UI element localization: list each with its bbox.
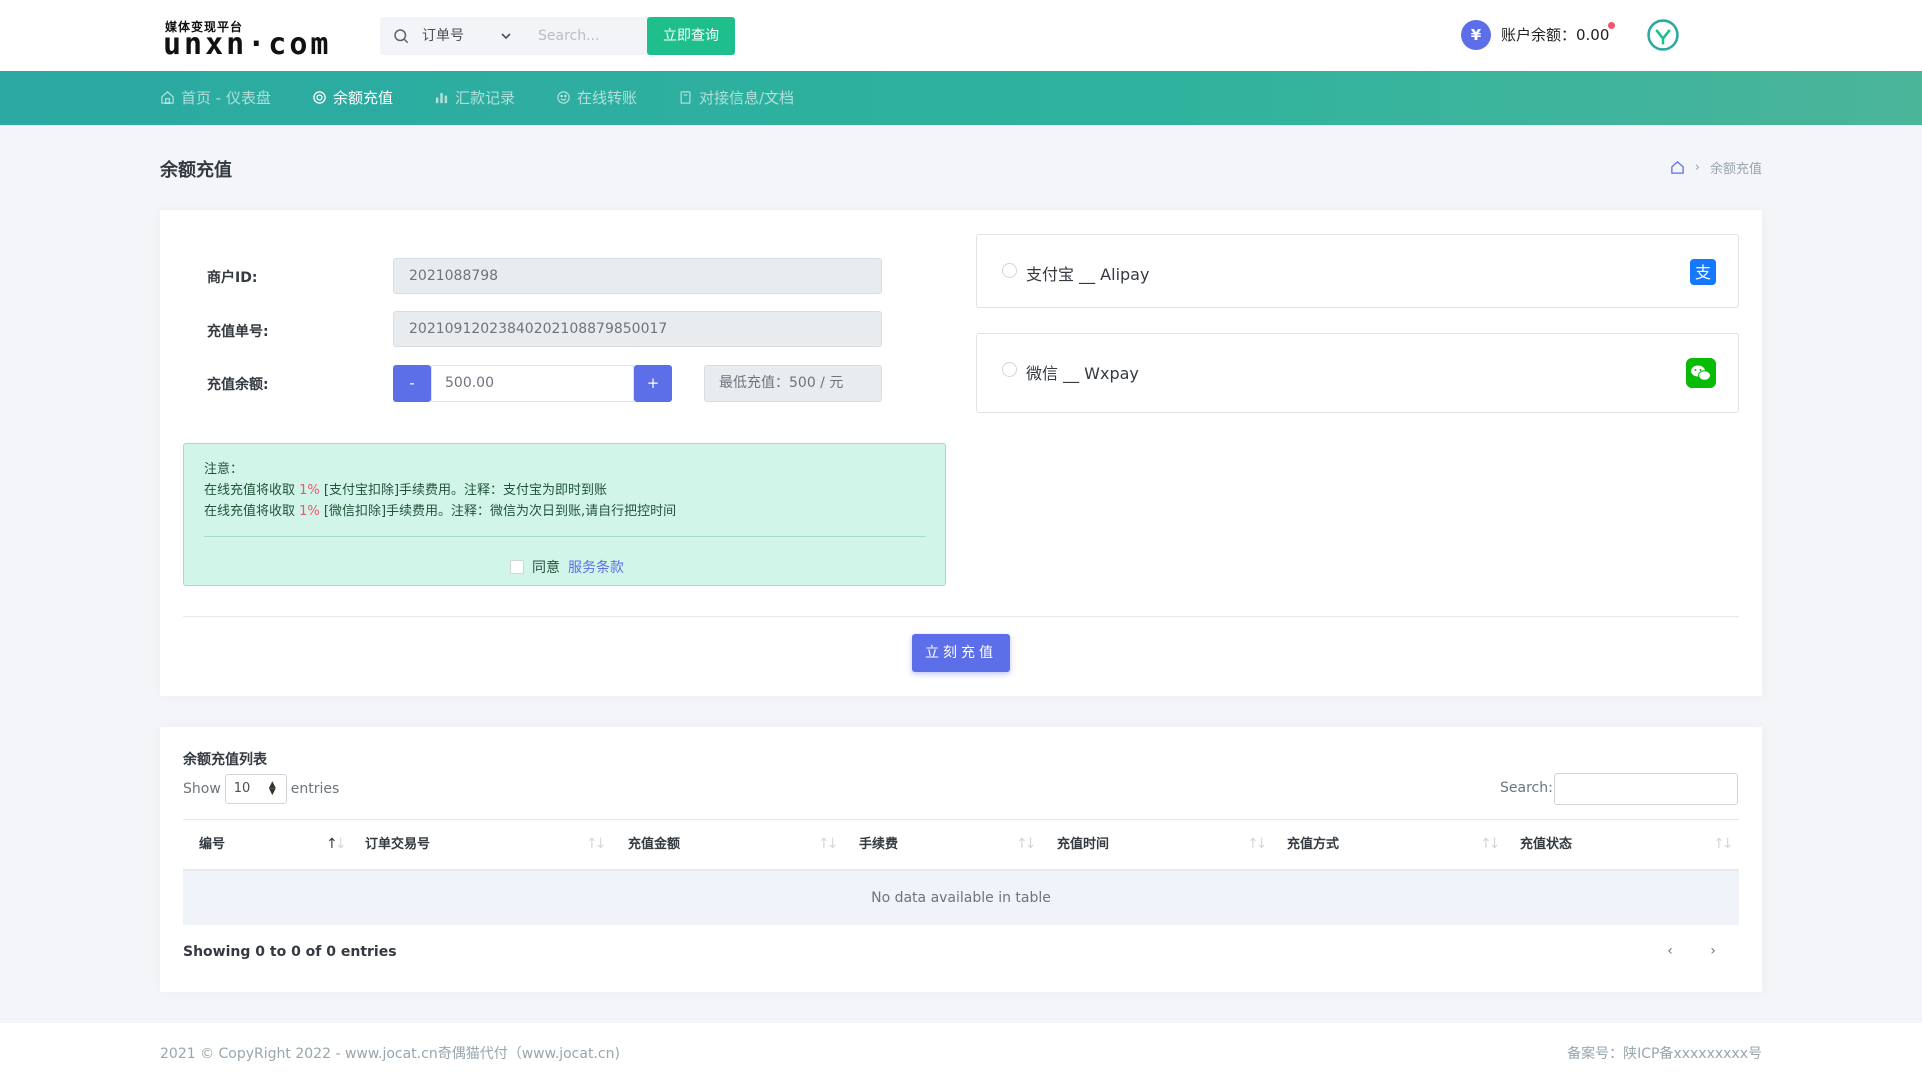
chevron-down-icon[interactable]: [498, 28, 514, 44]
bar-chart-icon: [435, 93, 448, 104]
query-button[interactable]: 立即查询: [647, 17, 735, 55]
home-icon[interactable]: [1670, 160, 1685, 175]
icp-record: 备案号：陕ICP备xxxxxxxxx号: [1567, 1046, 1762, 1062]
svg-text:支: 支: [1695, 263, 1711, 282]
nav-item-recharge[interactable]: 余额充值: [312, 71, 393, 125]
nav-item-label: 在线转账: [577, 89, 638, 107]
copyright: 2021 © CopyRight 2022 - www.jocat.cn奇偶猫代…: [160, 1046, 620, 1062]
table-search-input[interactable]: [1554, 773, 1738, 805]
sort-icon[interactable]: ↑↓: [1247, 837, 1268, 851]
table-title: 余额充值列表: [183, 752, 267, 768]
nav-item-docs[interactable]: 对接信息/文档: [678, 71, 794, 125]
column-header-method[interactable]: 充值方式: [1287, 820, 1339, 870]
target-icon: [313, 91, 326, 104]
wechat-label: 微信 __ Wxpay: [1026, 364, 1139, 383]
nav-item-label: 余额充值: [333, 89, 394, 107]
empty-table-row: No data available in table: [183, 871, 1739, 925]
recharge-form-card: 商户ID: 2021088798 充值单号: 20210912023840202…: [160, 210, 1762, 696]
column-header-amount[interactable]: 充值金额: [628, 820, 680, 870]
recharge-list-card: 余额充值列表 Show 10 ▲ ▼ entries Search: 编号 ↑↓ …: [160, 727, 1762, 992]
search-type-select[interactable]: 订单号: [422, 17, 464, 55]
alipay-label: 支付宝 __ Alipay: [1026, 265, 1150, 284]
agree-label: 同意: [532, 560, 560, 576]
column-header-order-no[interactable]: 订单交易号: [365, 820, 430, 870]
fee-notice: 注意： 在线充值将收取 1% [支付宝扣除]手续费用。注释：支付宝为即时到账 在…: [183, 443, 946, 586]
sort-icon[interactable]: ↑↓: [586, 837, 607, 851]
table-header: 编号 ↑↓ 订单交易号 ↑↓ 充值金额 ↑↓ 手续费 ↑↓ 充值时间 ↑↓ 充值…: [183, 819, 1739, 871]
alipay-radio[interactable]: [1002, 263, 1017, 278]
table-info: Showing 0 to 0 of 0 entries: [183, 944, 397, 960]
next-page-button[interactable]: ›: [1703, 941, 1723, 961]
sort-icon[interactable]: ↑↓: [818, 837, 839, 851]
column-header-id[interactable]: 编号: [199, 820, 225, 870]
sort-icon[interactable]: ↑↓: [1016, 837, 1037, 851]
divider: [183, 616, 1739, 617]
avatar[interactable]: [1646, 18, 1680, 52]
main-nav: 首页 - 仪表盘 余额充值 汇款记录 在线转账 对接信息/文档: [0, 71, 1922, 125]
divider: [204, 536, 926, 537]
home-icon: [161, 91, 174, 104]
column-header-status[interactable]: 充值状态: [1520, 820, 1572, 870]
entries-label: entries: [290, 781, 340, 797]
payment-option-wechat[interactable]: 微信 __ Wxpay: [976, 333, 1739, 413]
breadcrumb-separator: ›: [1694, 160, 1700, 175]
alipay-icon: 支: [1690, 259, 1716, 285]
merchant-id-label: 商户ID:: [207, 270, 258, 286]
increase-button[interactable]: +: [634, 365, 672, 402]
top-header: 媒体变现平台 unxn·com 订单号 立即查询 ¥ 账户余额：0.00: [0, 0, 1922, 71]
decrease-button[interactable]: -: [393, 365, 431, 402]
submit-recharge-button[interactable]: 立刻充值: [912, 634, 1010, 672]
amount-input[interactable]: 500.00: [431, 365, 634, 402]
sort-icon[interactable]: ↑↓: [326, 837, 347, 851]
show-label: Show: [183, 781, 221, 797]
nav-item-label: 首页 - 仪表盘: [181, 89, 271, 107]
wechat-radio[interactable]: [1002, 362, 1017, 377]
breadcrumb: › 余额充值: [1670, 158, 1762, 177]
column-header-fee[interactable]: 手续费: [859, 820, 898, 870]
logo-text: unxn·com: [163, 27, 332, 62]
amount-label: 充值余额:: [207, 377, 269, 393]
document-icon: [680, 91, 691, 104]
terms-link[interactable]: 服务条款: [568, 557, 624, 577]
account-balance[interactable]: 账户余额：0.00: [1501, 22, 1609, 48]
sort-icon[interactable]: ↑↓: [1480, 837, 1501, 851]
previous-page-button[interactable]: ‹: [1660, 941, 1680, 961]
notification-dot: [1608, 22, 1615, 29]
smile-icon: [557, 91, 570, 104]
page-length-control: Show 10 ▲ ▼ entries: [183, 774, 339, 804]
agree-checkbox[interactable]: [510, 560, 524, 574]
page-title: 余额充值: [160, 160, 232, 181]
nav-item-label: 汇款记录: [455, 89, 516, 107]
nav-item-label: 对接信息/文档: [699, 89, 795, 107]
search-input[interactable]: [530, 17, 665, 55]
nav-item-dashboard[interactable]: 首页 - 仪表盘: [160, 71, 271, 125]
column-header-time[interactable]: 充值时间: [1057, 820, 1109, 870]
min-recharge-note: 最低充值：500 / 元: [704, 365, 882, 402]
merchant-id-field: 2021088798: [393, 258, 882, 294]
order-no-label: 充值单号:: [207, 324, 269, 340]
notice-alipay: 在线充值将收取 1% [支付宝扣除]手续费用。注释：支付宝为即时到账: [204, 483, 608, 498]
wechat-icon: [1686, 358, 1716, 388]
search-icon: [394, 29, 409, 44]
nav-item-remittance[interactable]: 汇款记录: [434, 71, 515, 125]
sort-icon[interactable]: ↑↓: [1713, 837, 1734, 851]
logo[interactable]: 媒体变现平台 unxn·com: [163, 16, 359, 62]
yuan-icon: ¥: [1461, 20, 1491, 50]
agree-terms: 同意 服务条款: [510, 557, 624, 577]
breadcrumb-current: 余额充值: [1709, 162, 1762, 177]
table-search-label: Search:: [1500, 780, 1553, 796]
notice-title: 注意：: [204, 462, 244, 477]
footer: 2021 © CopyRight 2022 - www.jocat.cn奇偶猫代…: [0, 1023, 1922, 1083]
notice-wechat: 在线充值将收取 1% [微信扣除]手续费用。注释：微信为次日到账,请自行把控时间: [204, 504, 677, 519]
sort-arrows-icon: ▲ ▼: [268, 780, 276, 797]
page-length-select[interactable]: 10 ▲ ▼: [224, 774, 287, 804]
payment-option-alipay[interactable]: 支付宝 __ Alipay 支: [976, 234, 1739, 308]
nav-item-transfer[interactable]: 在线转账: [556, 71, 637, 125]
order-no-field: 20210912023840202108879850017: [393, 311, 882, 347]
